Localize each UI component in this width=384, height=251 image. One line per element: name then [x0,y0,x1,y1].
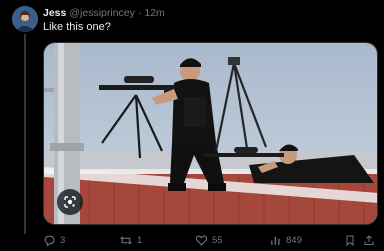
google-lens-icon [64,196,76,208]
timestamp[interactable]: 12m [144,6,164,20]
like-count: 55 [212,234,223,246]
separator-dot: · [137,7,142,19]
tweet[interactable]: Jess @jessiprincey · 12m Like this one? [0,0,384,251]
display-name[interactable]: Jess [43,6,66,20]
thread-line [24,34,26,234]
avatar[interactable] [12,6,38,32]
view-count: 849 [286,234,302,246]
repost-count: 1 [137,234,143,246]
reply-icon [44,235,55,246]
google-lens-button[interactable] [57,189,83,215]
reply-button[interactable]: 3 [43,232,65,248]
reply-count: 3 [60,234,66,246]
share-button[interactable] [363,232,375,248]
repost-button[interactable]: 1 [119,232,142,248]
tweet-actions: 3 1 55 849 [43,232,375,248]
tweet-text: Like this one? [43,21,111,33]
user-handle[interactable]: @jessiprincey [69,6,135,20]
tweet-media[interactable] [43,42,378,225]
views-button[interactable]: 849 [269,232,302,248]
like-button[interactable]: 55 [195,232,223,248]
share-icon [364,234,374,245]
tweet-header: Jess @jessiprincey · 12m [43,6,165,20]
heart-icon [195,235,208,246]
bookmark-icon [346,235,354,246]
bookmark-button[interactable] [344,232,356,248]
views-icon [271,236,280,245]
repost-icon [120,235,132,245]
avatar-image [12,6,38,32]
media-photo [44,43,377,224]
